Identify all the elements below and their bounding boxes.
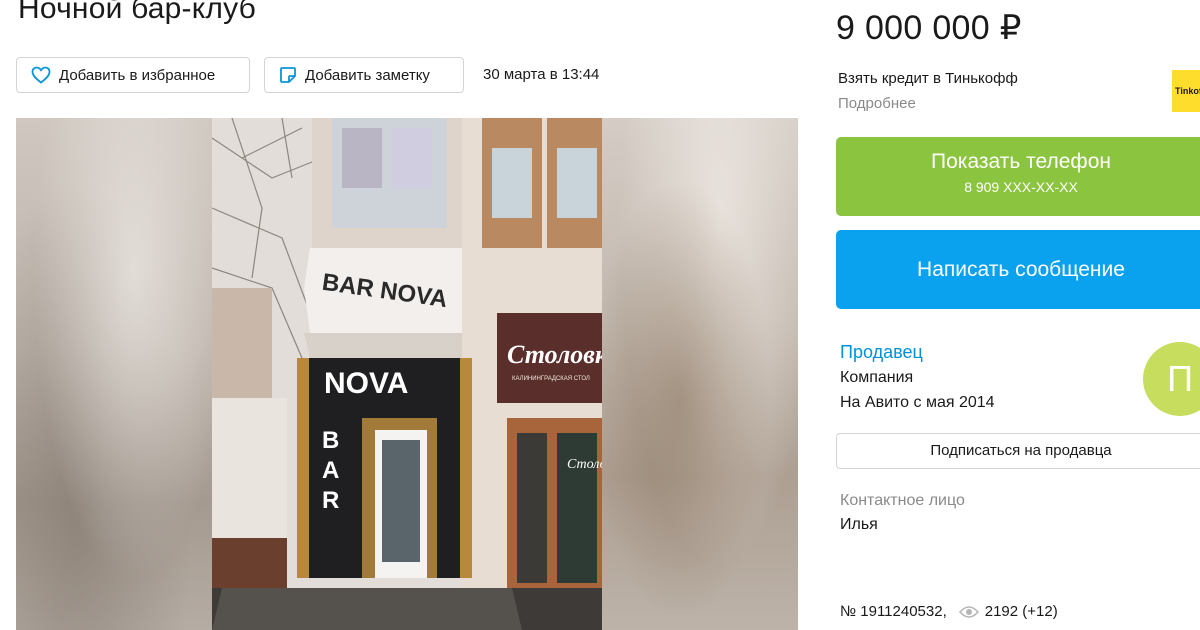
eye-icon <box>958 605 979 619</box>
note-icon <box>279 66 297 84</box>
tinkoff-logo[interactable]: Tinkoff <box>1172 70 1200 112</box>
add-note-button[interactable]: Добавить заметку <box>264 57 464 93</box>
add-note-label: Добавить заметку <box>305 66 430 84</box>
contact-person-label: Контактное лицо <box>840 492 965 509</box>
contact-person-name: Илья <box>840 516 878 533</box>
sign-b: B <box>322 427 339 454</box>
subscribe-seller-button[interactable]: Подписаться на продавца <box>836 433 1200 469</box>
seller-type: Компания <box>840 369 914 386</box>
door-sign-stolovka: Столо <box>567 457 602 472</box>
write-message-button[interactable]: Написать сообщение <box>836 230 1200 309</box>
avatar[interactable]: П <box>1143 342 1200 416</box>
photo-blur-left <box>16 118 212 630</box>
photo-blur-right <box>602 118 798 630</box>
seller-since: На Авито с мая 2014 <box>840 394 995 411</box>
building-photo-illustration: BAR NOVA NOVA B A R Столовк КАЛИНИНГРАДС… <box>212 118 602 630</box>
show-phone-label: Показать телефон <box>931 150 1111 173</box>
sign-a: A <box>322 457 339 484</box>
photo-gallery[interactable]: BAR NOVA NOVA B A R Столовк КАЛИНИНГРАДС… <box>16 118 798 630</box>
sign-stolovka: Столовк <box>507 340 602 369</box>
credit-offer-link[interactable]: Взять кредит в Тинькофф <box>838 70 1018 87</box>
price: 9 000 000 ₽ <box>836 9 1022 47</box>
show-phone-button[interactable]: Показать телефон 8 909 XXX-XX-XX <box>836 137 1200 216</box>
listing-photo[interactable]: BAR NOVA NOVA B A R Столовк КАЛИНИНГРАДС… <box>212 118 602 630</box>
listing-date: 30 марта в 13:44 <box>483 66 600 83</box>
add-to-favorites-button[interactable]: Добавить в избранное <box>16 57 250 93</box>
heart-icon <box>31 66 51 84</box>
listing-meta: № 1911240532, 2192 (+12) <box>840 603 1058 620</box>
seller-link[interactable]: Продавец <box>840 342 923 363</box>
sign-r: R <box>322 487 339 514</box>
listing-id: № 1911240532, <box>840 603 947 620</box>
phone-number-masked: 8 909 XXX-XX-XX <box>964 179 1078 195</box>
sign-nova: NOVA <box>324 367 408 400</box>
sign-stolovka-sub: КАЛИНИНГРАДСКАЯ СТОЛ <box>512 376 590 382</box>
add-to-favorites-label: Добавить в избранное <box>59 66 216 84</box>
page-title: Ночной бар-клуб <box>18 0 257 25</box>
view-count: 2192 (+12) <box>984 603 1058 620</box>
credit-more-link[interactable]: Подробнее <box>838 95 916 112</box>
